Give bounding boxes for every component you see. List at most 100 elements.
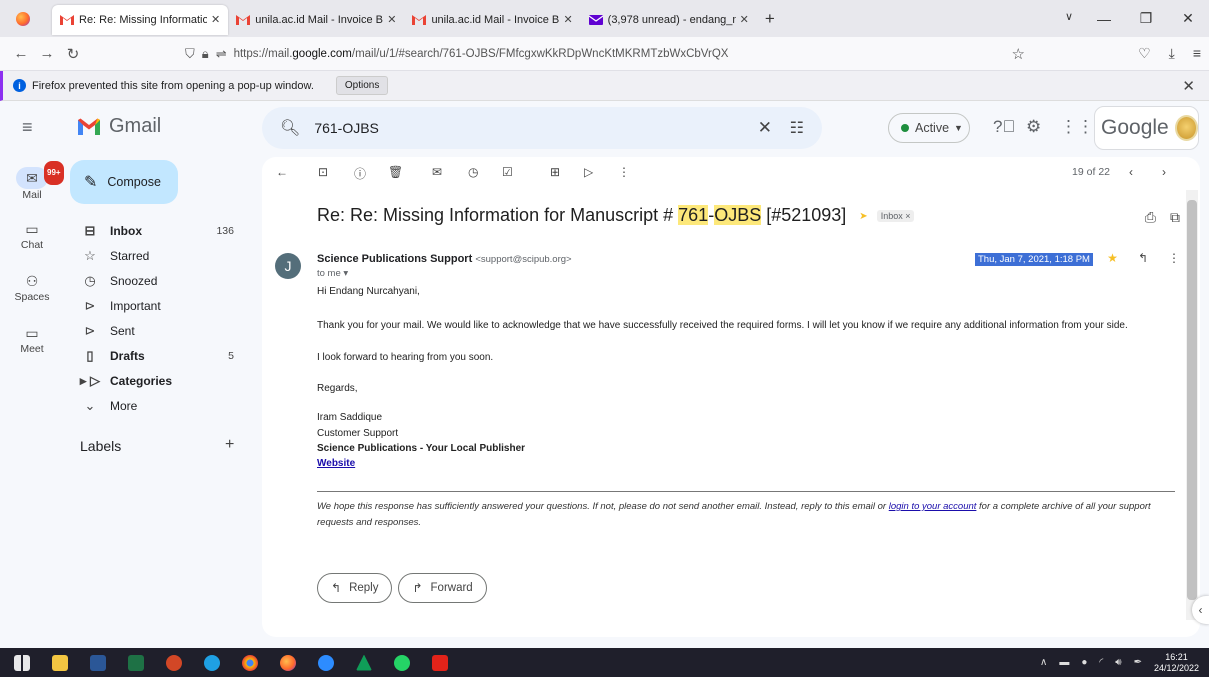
- folder-snoozed[interactable]: ◷ Snoozed: [60, 268, 250, 293]
- whatsapp-icon[interactable]: [394, 654, 410, 671]
- rail-chat[interactable]: ▭ Chat: [8, 221, 56, 251]
- downloads-icon[interactable]: ⤓: [1169, 45, 1175, 62]
- scrollbar[interactable]: [1186, 190, 1198, 620]
- label-icon[interactable]: ▷: [584, 165, 593, 179]
- url-bar[interactable]: ⛉ 🔒︎ ⇌ https://mail. google.com/mail/u/1/…: [185, 41, 1045, 67]
- scrollbar-thumb[interactable]: [1187, 200, 1197, 600]
- minimize-button[interactable]: —: [1083, 11, 1125, 27]
- reply-button[interactable]: ↰ Reply: [317, 573, 393, 603]
- acrobat-icon[interactable]: [432, 654, 448, 671]
- recipient-details[interactable]: to me ▾: [317, 268, 348, 279]
- website-link[interactable]: Website: [317, 458, 355, 469]
- folder-sent[interactable]: ⊳ Sent: [60, 318, 250, 343]
- new-tab-button[interactable]: +: [765, 9, 775, 29]
- pen-icon[interactable]: ✒: [1134, 657, 1142, 668]
- close-icon[interactable]: ✕: [740, 13, 749, 26]
- rail-meet[interactable]: ▭ Meet: [8, 325, 56, 355]
- firefox-icon[interactable]: [280, 654, 296, 671]
- reply-icon[interactable]: ↰: [1138, 251, 1148, 265]
- back-arrow-icon[interactable]: ←: [276, 165, 288, 179]
- mark-unread-icon[interactable]: ✉: [432, 165, 442, 179]
- excel-icon[interactable]: [128, 654, 144, 671]
- close-icon[interactable]: ✕: [387, 13, 396, 26]
- print-icon[interactable]: ⎙: [1145, 209, 1156, 226]
- tab-missing-information[interactable]: Re: Re: Missing Information for ✕: [52, 4, 229, 35]
- lock-icon[interactable]: 🔒︎: [202, 46, 209, 62]
- file-explorer-icon[interactable]: [52, 654, 68, 671]
- add-label-icon[interactable]: +: [225, 436, 234, 454]
- important-marker-icon[interactable]: ➤: [859, 211, 867, 222]
- report-spam-icon[interactable]: ⓘ: [354, 165, 366, 182]
- sender-avatar[interactable]: J: [275, 253, 301, 279]
- folder-starred[interactable]: ☆ Starred: [60, 243, 250, 268]
- inbox-label-tag[interactable]: Inbox ×: [876, 210, 915, 223]
- newer-icon[interactable]: ‹: [1129, 165, 1133, 179]
- close-icon[interactable]: ✕: [211, 13, 220, 26]
- help-icon[interactable]: ?⃝: [993, 117, 1015, 137]
- edge-icon[interactable]: [204, 654, 220, 671]
- login-link[interactable]: login to your account: [889, 501, 977, 512]
- windows-start-icon[interactable]: [14, 654, 30, 671]
- app-tray-icon[interactable]: ●: [1081, 657, 1087, 668]
- folder-inbox[interactable]: ⊟ Inbox 136: [60, 218, 250, 243]
- open-in-new-window-icon[interactable]: ⧉: [1170, 209, 1180, 226]
- search-icon[interactable]: 🔍︎: [280, 118, 300, 138]
- word-icon[interactable]: [90, 654, 106, 671]
- sender-name[interactable]: Science Publications Support: [317, 253, 472, 265]
- folder-drafts[interactable]: ▯ Drafts 5: [60, 343, 250, 368]
- compose-button[interactable]: ✎ Compose: [70, 160, 178, 204]
- menu-icon[interactable]: ≡: [1193, 45, 1201, 62]
- close-icon[interactable]: ✕: [1182, 77, 1195, 95]
- close-icon[interactable]: ✕: [563, 13, 572, 26]
- bookmark-star-icon[interactable]: ☆: [1012, 45, 1025, 63]
- forward-button[interactable]: →: [34, 45, 60, 62]
- move-to-icon[interactable]: ⊞: [550, 165, 560, 179]
- back-button[interactable]: ←: [8, 45, 34, 62]
- delete-icon[interactable]: 🗑︎: [388, 165, 403, 179]
- more-options-icon[interactable]: ⋮: [618, 165, 630, 179]
- wifi-icon[interactable]: ◜: [1099, 657, 1103, 668]
- folder-important[interactable]: ⊳ Important: [60, 293, 250, 318]
- chevron-down-icon[interactable]: ∨: [1065, 10, 1073, 23]
- restore-button[interactable]: ❐: [1125, 10, 1167, 27]
- gmail-logo[interactable]: Gmail: [78, 115, 161, 138]
- chrome-icon[interactable]: [242, 654, 258, 671]
- folder-more[interactable]: ⌄ More: [60, 393, 250, 418]
- clear-search-icon[interactable]: ✕: [758, 118, 772, 138]
- snooze-icon[interactable]: ◷: [468, 165, 478, 179]
- taskbar-clock[interactable]: 16:21 24/12/2022: [1154, 652, 1199, 674]
- folder-categories[interactable]: ▸ ▷ Categories: [60, 368, 250, 393]
- google-account-button[interactable]: Google: [1094, 106, 1199, 150]
- search-bar[interactable]: 🔍︎ 761-OJBS ✕ ☷: [262, 107, 822, 149]
- main-menu-icon[interactable]: ≡: [22, 117, 33, 138]
- avatar[interactable]: [1174, 115, 1198, 141]
- close-window-button[interactable]: ✕: [1167, 10, 1209, 27]
- tab-invoice-1[interactable]: unila.ac.id Mail - Invoice BPJ_51 ✕: [228, 5, 404, 35]
- chevron-up-icon[interactable]: ∧: [1040, 657, 1047, 668]
- tab-invoice-2[interactable]: unila.ac.id Mail - Invoice BPJ_51 ✕: [404, 5, 580, 35]
- search-options-icon[interactable]: ☷: [790, 118, 804, 138]
- zoom-icon[interactable]: [318, 654, 334, 671]
- firefox-icon[interactable]: [16, 11, 30, 26]
- volume-icon[interactable]: 🔊︎: [1115, 657, 1121, 668]
- google-drive-icon[interactable]: [356, 654, 372, 671]
- pocket-icon[interactable]: ♡: [1138, 45, 1151, 62]
- permissions-icon[interactable]: ⇌: [216, 46, 227, 62]
- tab-yahoo-mail[interactable]: (3,978 unread) - endang_nurcah ✕: [581, 5, 757, 35]
- status-button[interactable]: Active ▼: [888, 113, 970, 143]
- shield-icon[interactable]: ⛉: [185, 46, 195, 62]
- powerpoint-icon[interactable]: [166, 654, 182, 671]
- reload-button[interactable]: ↻: [60, 45, 86, 63]
- settings-gear-icon[interactable]: ⚙: [1026, 117, 1041, 137]
- rail-mail[interactable]: ✉ 99+ Mail: [8, 161, 64, 201]
- search-input[interactable]: 761-OJBS: [314, 120, 379, 136]
- apps-grid-icon[interactable]: ⋮⋮: [1060, 117, 1094, 137]
- rail-spaces[interactable]: ⚇ Spaces: [8, 273, 56, 303]
- forward-button[interactable]: ↱ Forward: [398, 573, 487, 603]
- star-icon[interactable]: ★: [1107, 251, 1118, 265]
- older-icon[interactable]: ›: [1162, 165, 1166, 179]
- battery-icon[interactable]: ▬: [1059, 657, 1069, 668]
- notification-options-button[interactable]: Options: [335, 76, 389, 95]
- more-options-icon[interactable]: ⋮: [1168, 251, 1180, 265]
- add-task-icon[interactable]: ☑: [502, 165, 513, 179]
